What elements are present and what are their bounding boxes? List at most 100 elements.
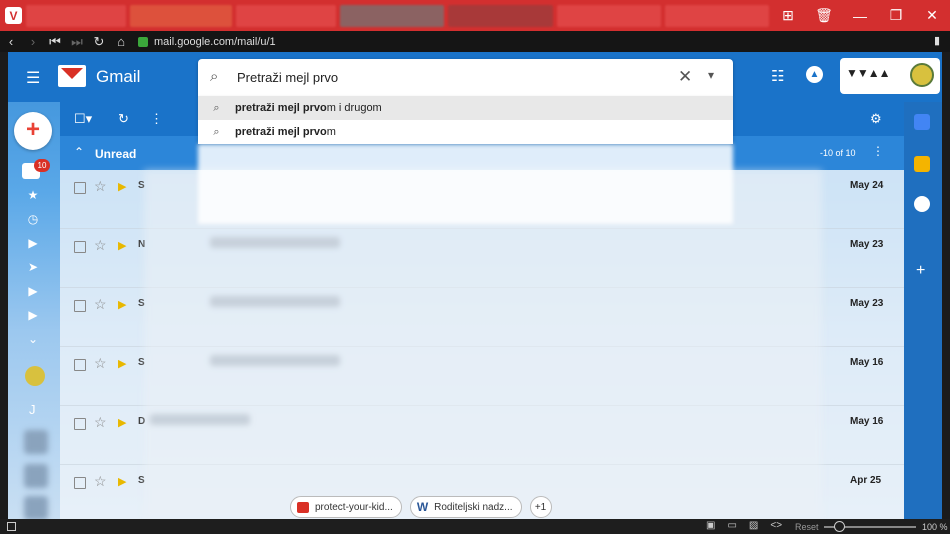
- code-icon[interactable]: <>: [770, 520, 782, 531]
- suggestion-item[interactable]: ⌕ pretraži mejl prvo m i drugom: [198, 96, 733, 120]
- search-suggestions: ⌕ pretraži mejl prvo m i drugom ⌕ pretraž…: [198, 96, 733, 144]
- browser-tab[interactable]: [340, 4, 444, 27]
- starred-icon[interactable]: ★: [23, 188, 43, 202]
- search-icon: ⌕: [213, 101, 220, 114]
- calendar-icon[interactable]: [914, 114, 930, 130]
- date: Apr 25: [850, 475, 882, 486]
- new-tab-icon[interactable]: ⊞: [770, 0, 806, 31]
- window-icon[interactable]: ▭: [727, 520, 736, 531]
- more-attachments-badge[interactable]: +1: [529, 496, 552, 518]
- url-field[interactable]: mail.google.com/mail/u/1: [138, 36, 276, 48]
- star-icon[interactable]: ☆: [94, 237, 107, 254]
- home-icon[interactable]: ⌂: [110, 34, 132, 49]
- search-box[interactable]: ⌕ Pretraži mejl prvo ✕ ▾: [198, 59, 733, 96]
- important-marker-icon[interactable]: ▶: [118, 357, 126, 370]
- keep-icon[interactable]: [914, 156, 930, 172]
- important-marker-icon[interactable]: ▶: [118, 416, 126, 429]
- attachment-chip[interactable]: W Roditeljski nadz...: [409, 496, 522, 518]
- star-icon[interactable]: ☆: [94, 473, 107, 490]
- gmail-logo-icon[interactable]: [58, 65, 86, 87]
- main-menu-icon[interactable]: ☰: [26, 68, 40, 88]
- settings-gear-icon[interactable]: ⚙: [870, 111, 882, 127]
- browser-tab[interactable]: [26, 4, 126, 27]
- attachment-chip[interactable]: protect-your-kid...: [290, 496, 402, 518]
- hangouts-contact-initial[interactable]: J: [29, 402, 36, 417]
- vivaldi-logo-icon[interactable]: V: [5, 7, 22, 24]
- star-icon[interactable]: ☆: [94, 414, 107, 431]
- more-options-icon[interactable]: ⋮: [150, 111, 163, 127]
- browser-tab[interactable]: [665, 4, 769, 27]
- star-icon[interactable]: ☆: [94, 355, 107, 372]
- tasks-icon[interactable]: [914, 196, 930, 212]
- star-icon[interactable]: ☆: [94, 296, 107, 313]
- notifications-icon[interactable]: ▲: [806, 66, 823, 83]
- important-marker-icon[interactable]: ▶: [118, 239, 126, 252]
- section-label: Unread: [95, 147, 137, 161]
- date: May 16: [850, 416, 884, 427]
- compose-button[interactable]: +: [14, 112, 52, 150]
- snoozed-icon[interactable]: ◷: [23, 212, 43, 226]
- row-checkbox[interactable]: [74, 477, 86, 489]
- image-icon[interactable]: ▨: [749, 520, 758, 531]
- browser-tab[interactable]: [448, 4, 553, 27]
- close-icon[interactable]: ✕: [914, 0, 950, 31]
- important-marker-icon[interactable]: ▶: [118, 298, 126, 311]
- chevron-down-icon[interactable]: ⌄: [23, 332, 43, 346]
- avatar[interactable]: [25, 366, 45, 386]
- date: May 23: [850, 239, 884, 250]
- contact-avatar[interactable]: [24, 464, 48, 488]
- search-options-dropdown-icon[interactable]: ▾: [708, 68, 714, 82]
- rewind-icon[interactable]: ⏮: [44, 34, 66, 50]
- star-icon[interactable]: ☆: [94, 178, 107, 195]
- important-icon[interactable]: ▶: [23, 236, 43, 250]
- panel-toggle-icon[interactable]: [7, 522, 16, 531]
- suggestion-item[interactable]: ⌕ pretraži mejl prvo m: [198, 120, 733, 144]
- back-icon[interactable]: ‹: [0, 34, 22, 49]
- row-checkbox[interactable]: [74, 418, 86, 430]
- zoom-slider-handle[interactable]: [834, 521, 845, 532]
- gmail-title[interactable]: Gmail: [96, 67, 140, 87]
- avatar[interactable]: [910, 63, 934, 87]
- row-checkbox[interactable]: [74, 182, 86, 194]
- select-all-checkbox[interactable]: ☐▾: [74, 111, 92, 127]
- browser-tab[interactable]: [557, 4, 661, 27]
- label-icon[interactable]: ▶: [23, 284, 43, 298]
- contact-avatar[interactable]: [24, 496, 48, 519]
- search-icon[interactable]: ⌕: [210, 68, 218, 85]
- important-marker-icon[interactable]: ▶: [118, 475, 126, 488]
- browser-tab[interactable]: [130, 4, 232, 27]
- chevron-up-icon[interactable]: ⌃: [74, 145, 84, 159]
- clear-search-icon[interactable]: ✕: [678, 67, 692, 87]
- reload-icon[interactable]: ↻: [88, 34, 110, 50]
- browser-tab[interactable]: [236, 4, 336, 27]
- search-input[interactable]: Pretraži mejl prvo: [237, 70, 338, 85]
- status-bar: ▣ ▭ ▨ <> Reset 100 %: [0, 519, 950, 534]
- fast-forward-icon[interactable]: ⏭: [66, 34, 88, 50]
- word-icon: W: [416, 500, 429, 514]
- camera-icon[interactable]: ▣: [706, 520, 715, 531]
- zoom-reset-button[interactable]: Reset: [795, 522, 819, 532]
- sent-icon[interactable]: ➤: [23, 260, 43, 274]
- section-more-icon[interactable]: ⋮: [872, 144, 884, 158]
- account-switcher[interactable]: ▼▼▲▲: [840, 58, 940, 94]
- refresh-icon[interactable]: ↻: [118, 111, 129, 127]
- date: May 16: [850, 357, 884, 368]
- url-text: mail.google.com/mail/u/1: [154, 35, 276, 48]
- add-addon-icon[interactable]: +: [916, 262, 925, 280]
- row-checkbox[interactable]: [74, 300, 86, 312]
- row-checkbox[interactable]: [74, 359, 86, 371]
- important-marker-icon[interactable]: ▶: [118, 180, 126, 193]
- minimize-icon[interactable]: —: [842, 0, 878, 31]
- row-checkbox[interactable]: [74, 241, 86, 253]
- image-icon: [297, 501, 309, 513]
- forward-icon[interactable]: ›: [22, 34, 44, 49]
- maximize-icon[interactable]: ❐: [878, 0, 914, 31]
- suggestion-bold: pretraži mejl prvo: [235, 126, 327, 138]
- inbox-count-badge: 10: [34, 159, 50, 172]
- bookmark-icon[interactable]: ▮: [934, 34, 940, 47]
- trash-icon[interactable]: 🗑: [806, 0, 842, 31]
- suggestion-bold: pretraži mejl prvo: [235, 102, 327, 114]
- contact-avatar[interactable]: [24, 430, 48, 454]
- apps-grid-icon[interactable]: ☷: [771, 67, 784, 85]
- label-icon[interactable]: ▶: [23, 308, 43, 322]
